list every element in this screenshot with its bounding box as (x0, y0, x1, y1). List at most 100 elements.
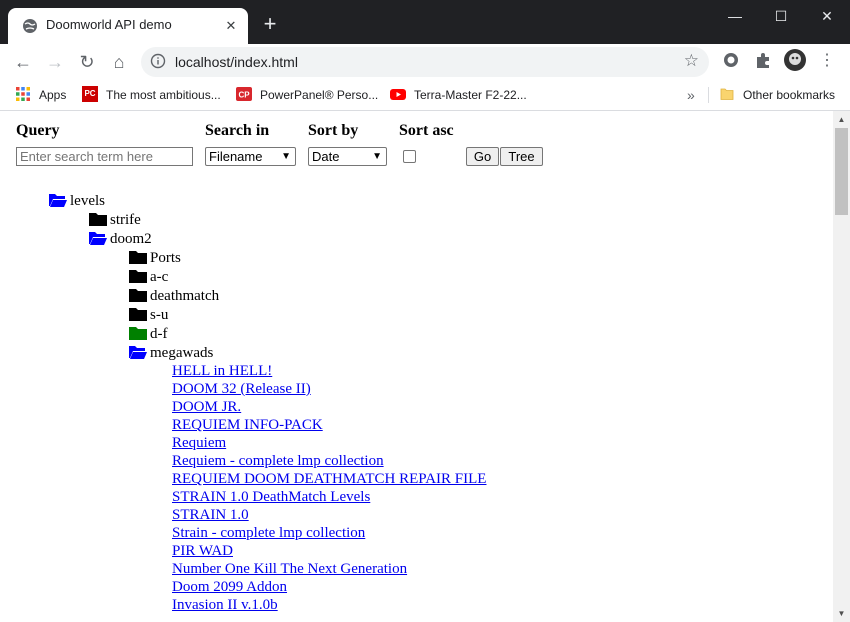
tree-node-s-u[interactable]: s-u (129, 306, 168, 324)
sort-by-select[interactable]: Date ▼ (308, 147, 387, 166)
tree-node-levels[interactable]: levels (49, 192, 105, 210)
bookmark-star-icon[interactable]: ☆ (684, 52, 699, 70)
sort-by-value: Date (312, 149, 340, 164)
bookmark-apps[interactable]: Apps (15, 85, 66, 105)
scrollbar-thumb[interactable] (835, 128, 848, 215)
back-button[interactable]: ← (9, 48, 37, 76)
bookmark-label: PowerPanel® Perso... (260, 88, 379, 102)
file-link[interactable]: Strain - complete lmp collection (172, 524, 365, 542)
file-link[interactable]: Requiem (172, 434, 226, 452)
profile-avatar[interactable] (783, 48, 807, 72)
close-window-button[interactable]: ✕ (804, 0, 850, 32)
new-tab-button[interactable]: + (258, 12, 282, 36)
maximize-button[interactable]: ☐ (758, 0, 804, 32)
open-folder-icon (49, 194, 67, 207)
url-text[interactable]: localhost/index.html (175, 54, 298, 70)
browser-window: Doomworld API demo ✕ + — ☐ ✕ ← → ↻ ⌂ loc… (0, 0, 850, 622)
open-folder-icon (129, 346, 147, 359)
search-in-select[interactable]: Filename ▼ (205, 147, 296, 166)
file-link[interactable]: Invasion II v.1.0b (172, 596, 278, 614)
info-icon[interactable] (150, 53, 166, 69)
query-label: Query (16, 122, 60, 139)
bookmark-terramaster[interactable]: Terra-Master F2-22... (390, 85, 527, 105)
bookmark-label: Other bookmarks (743, 88, 836, 102)
sort-asc-checkbox[interactable] (403, 150, 416, 163)
search-input[interactable]: Enter search term here (16, 147, 193, 166)
page-scrollbar[interactable]: ▲ ▼ (833, 111, 850, 622)
bookmark-label: The most ambitious... (106, 88, 221, 102)
search-in-value: Filename (209, 149, 263, 164)
file-link[interactable]: STRAIN 1.0 (172, 506, 249, 524)
folder-icon (720, 88, 734, 100)
file-link[interactable]: STRAIN 1.0 DeathMatch Levels (172, 488, 370, 506)
tree-node-ports[interactable]: Ports (129, 249, 181, 267)
file-link[interactable]: HELL in HELL! (172, 362, 272, 380)
bookmark-pcgamer[interactable]: PC The most ambitious... (82, 85, 221, 105)
tree-node-label: Ports (150, 250, 181, 266)
svg-text:PC: PC (84, 89, 95, 98)
menu-kebab-icon[interactable]: ⋮ (816, 50, 838, 72)
folder-icon (129, 289, 147, 302)
tree-node-label: s-u (150, 307, 169, 323)
chevron-down-icon: ▼ (281, 151, 291, 162)
file-link[interactable]: Requiem - complete lmp collection (172, 452, 384, 470)
folder-icon (129, 327, 147, 340)
minimize-button[interactable]: — (712, 0, 758, 32)
bookmarks-bar: Apps PC The most ambitious... CP PowerPa… (0, 80, 850, 111)
tree-node-strife[interactable]: strife (89, 211, 141, 229)
puzzle-icon[interactable] (752, 50, 774, 72)
scroll-down-arrow-icon[interactable]: ▼ (833, 605, 850, 622)
sort-by-label: Sort by (308, 122, 359, 139)
search-in-label: Search in (205, 122, 270, 139)
browser-toolbar: ← → ↻ ⌂ localhost/index.html ☆ ⋮ (0, 44, 850, 80)
tree-node-doom2[interactable]: doom2 (89, 230, 152, 248)
tree-node-label: doom2 (110, 231, 152, 247)
folder-icon (129, 270, 147, 283)
file-link[interactable]: DOOM JR. (172, 398, 241, 416)
home-button[interactable]: ⌂ (105, 48, 133, 76)
bookmark-label: Terra-Master F2-22... (414, 88, 527, 102)
tree-node-a-c[interactable]: a-c (129, 268, 168, 286)
browser-tab[interactable]: Doomworld API demo ✕ (8, 8, 248, 44)
address-bar[interactable]: localhost/index.html ☆ (141, 47, 709, 77)
file-link[interactable]: Doom 2099 Addon (172, 578, 287, 596)
file-link[interactable]: REQUIEM INFO-PACK (172, 416, 323, 434)
scroll-up-arrow-icon[interactable]: ▲ (833, 111, 850, 128)
tree-node-label: megawads (150, 345, 214, 361)
title-bar: Doomworld API demo ✕ + — ☐ ✕ (0, 0, 850, 44)
file-link[interactable]: REQUIEM DOOM DEATHMATCH REPAIR FILE (172, 470, 486, 488)
cp-icon: CP (236, 87, 252, 101)
bookmark-label: Apps (39, 88, 67, 102)
tree-node-d-f[interactable]: d-f (129, 325, 168, 343)
apps-grid-icon (16, 87, 30, 101)
reload-button[interactable]: ↻ (73, 48, 101, 76)
svg-text:CP: CP (238, 91, 250, 100)
more-bookmarks-button[interactable]: » (687, 85, 695, 105)
tree-node-label: a-c (150, 269, 169, 285)
forward-button[interactable]: → (41, 48, 69, 76)
chevron-down-icon: ▼ (372, 151, 382, 162)
file-link[interactable]: Number One Kill The Next Generation (172, 560, 407, 578)
tree-node-label: deathmatch (150, 288, 220, 304)
extension-icon[interactable] (720, 50, 742, 72)
bookmarks-divider (708, 87, 709, 103)
tab-title: Doomworld API demo (46, 17, 172, 32)
folder-icon (89, 213, 107, 226)
go-button[interactable]: Go (466, 147, 499, 166)
close-tab-icon[interactable]: ✕ (222, 17, 240, 35)
bookmark-powerpanel[interactable]: CP PowerPanel® Perso... (236, 85, 378, 105)
tree-node-megawads[interactable]: megawads (129, 344, 213, 362)
globe-icon (23, 19, 37, 33)
tree-button[interactable]: Tree (500, 147, 543, 166)
file-link[interactable]: DOOM 32 (Release II) (172, 380, 311, 398)
page-content: Query Search in Sort by Sort asc Enter s… (0, 111, 833, 622)
tree-node-deathmatch[interactable]: deathmatch (129, 287, 219, 305)
file-link[interactable]: PIR WAD (172, 542, 233, 560)
other-bookmarks-folder[interactable]: Other bookmarks (719, 85, 835, 105)
tree-node-label: d-f (150, 326, 168, 342)
folder-icon (129, 251, 147, 264)
tree-node-label: levels (70, 193, 105, 209)
pcgamer-icon: PC (82, 86, 98, 102)
tree-node-label: strife (110, 212, 141, 228)
youtube-icon (390, 89, 406, 100)
